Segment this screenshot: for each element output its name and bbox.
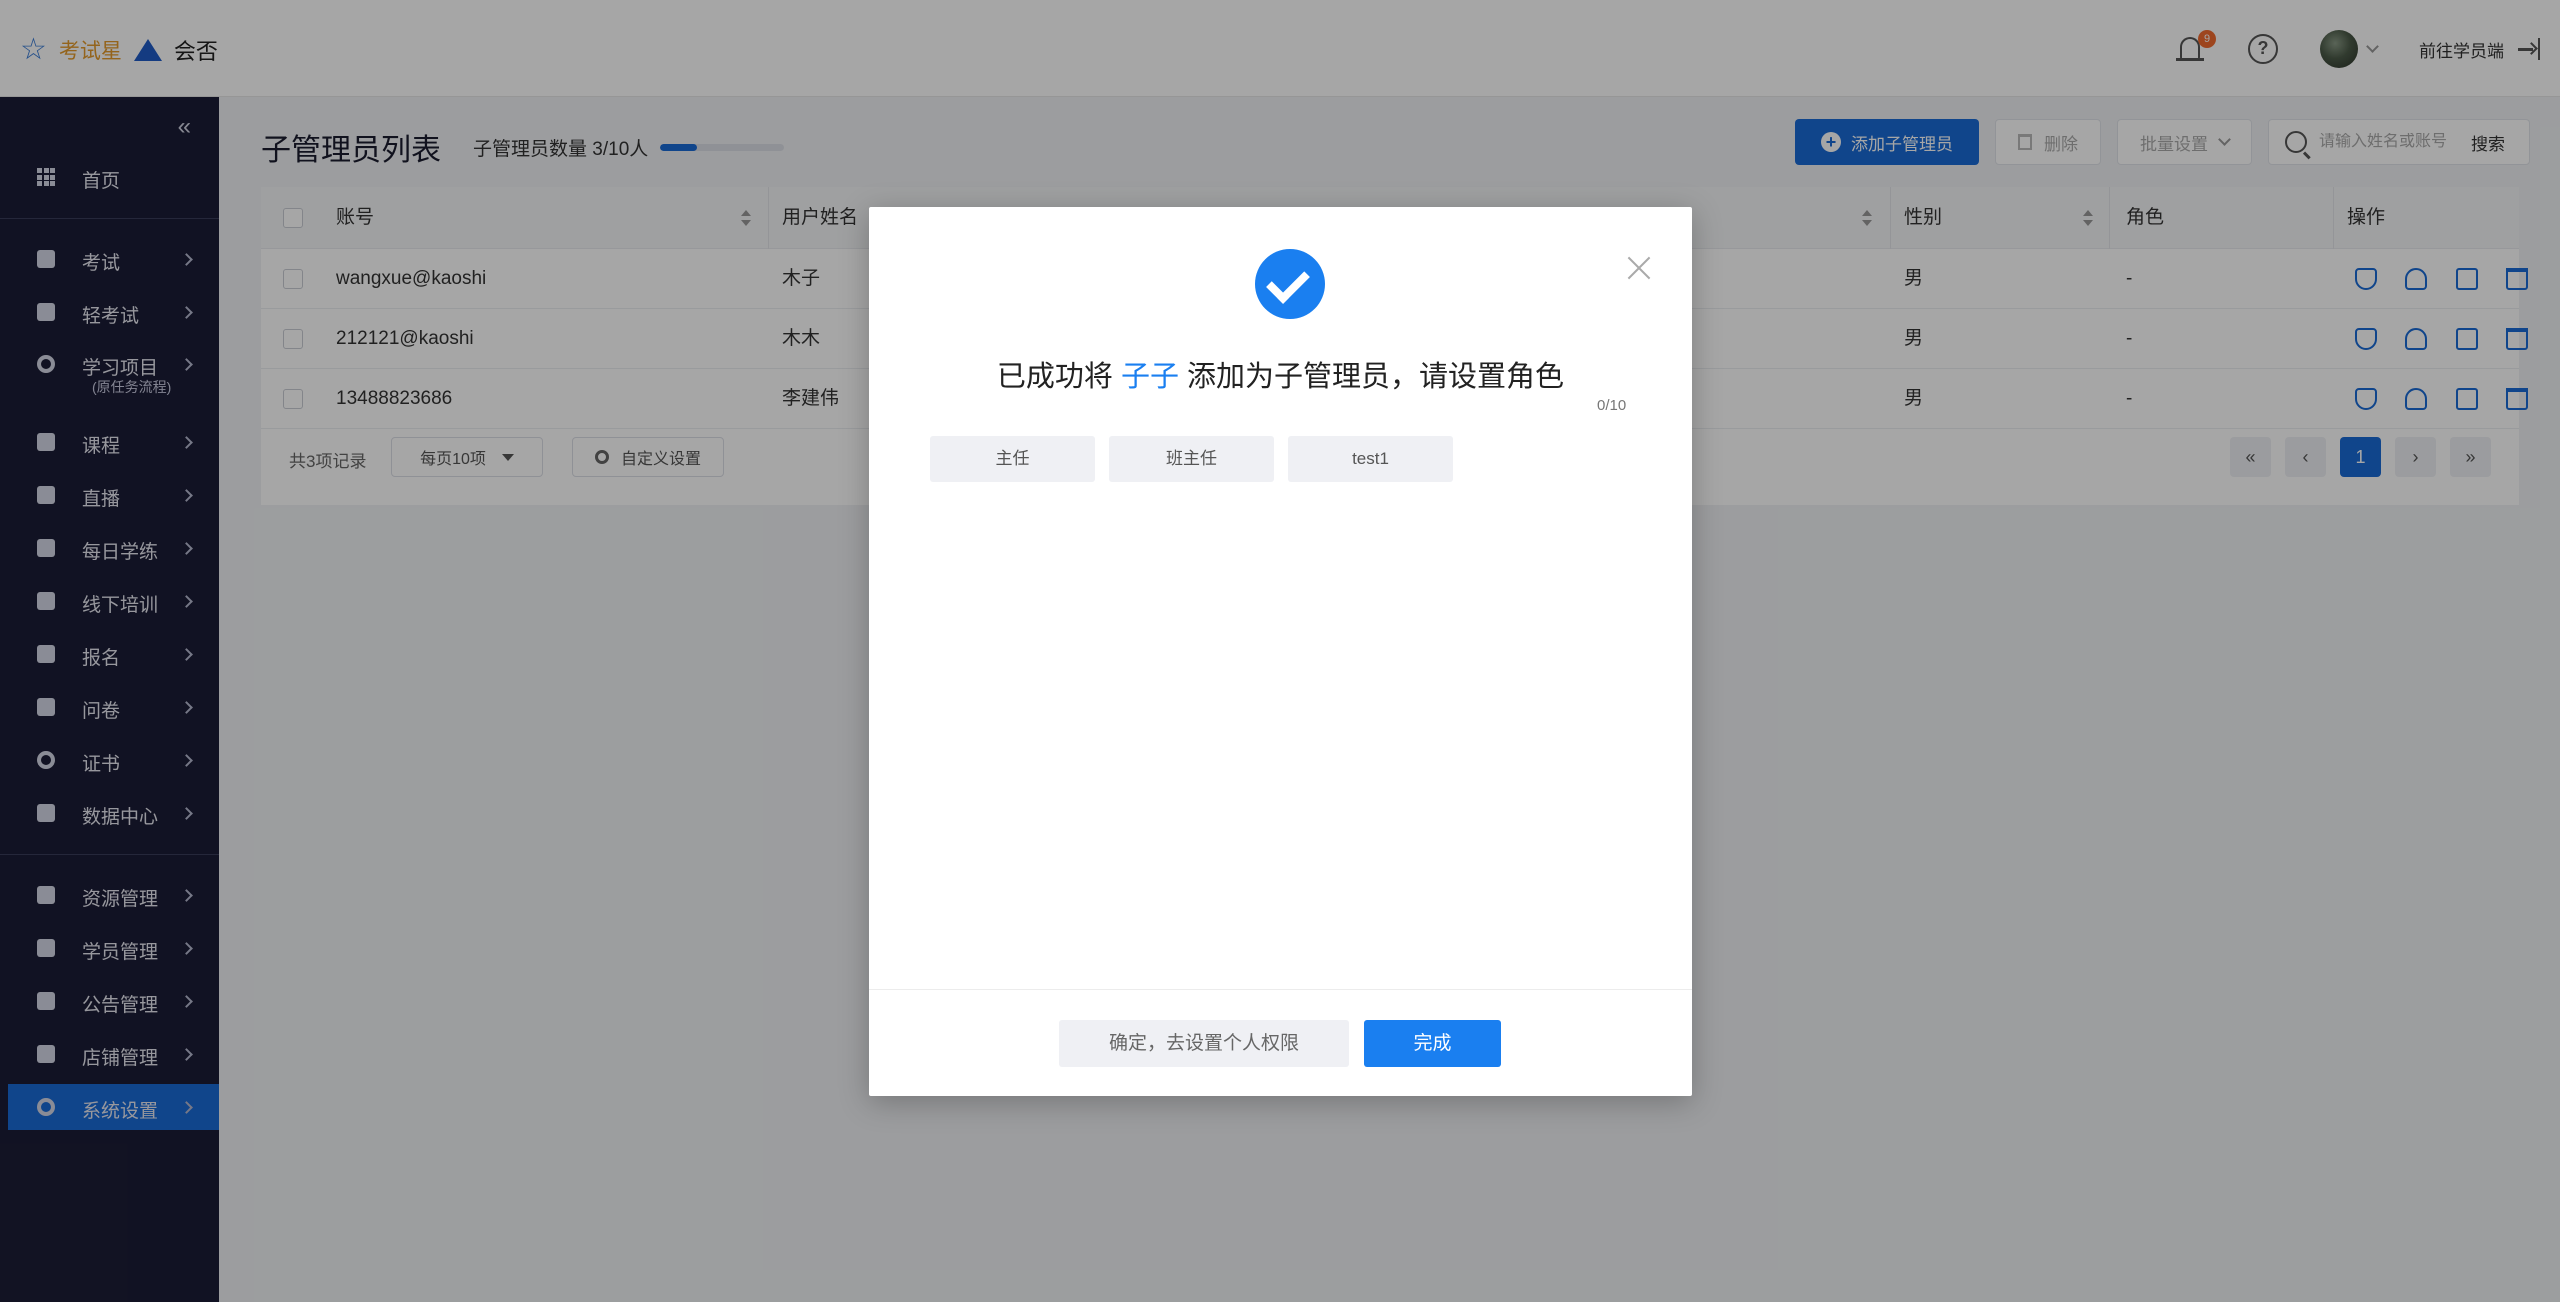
- dialog-footer: 确定，去设置个人权限 完成: [869, 989, 1692, 1096]
- message-admin-name: 子子: [1120, 361, 1179, 393]
- message-suffix: 添加为子管理员，请设置角色: [1179, 361, 1565, 393]
- message-prefix: 已成功将: [996, 361, 1121, 393]
- role-counter: 0/10: [1597, 397, 1627, 414]
- set-personal-permission-button[interactable]: 确定，去设置个人权限: [1059, 1020, 1349, 1067]
- set-role-dialog: 已成功将 子子 添加为子管理员，请设置角色 0/10 主任 班主任 test1 …: [869, 207, 1692, 1096]
- done-button[interactable]: 完成: [1364, 1020, 1501, 1067]
- success-check-icon: [1255, 249, 1325, 319]
- role-options: 主任 班主任 test1: [930, 436, 1453, 482]
- close-icon[interactable]: [1624, 253, 1654, 283]
- role-option[interactable]: 班主任: [1109, 436, 1274, 482]
- role-option[interactable]: test1: [1288, 436, 1453, 482]
- success-message: 已成功将 子子 添加为子管理员，请设置角色: [869, 353, 1692, 395]
- role-option[interactable]: 主任: [930, 436, 1095, 482]
